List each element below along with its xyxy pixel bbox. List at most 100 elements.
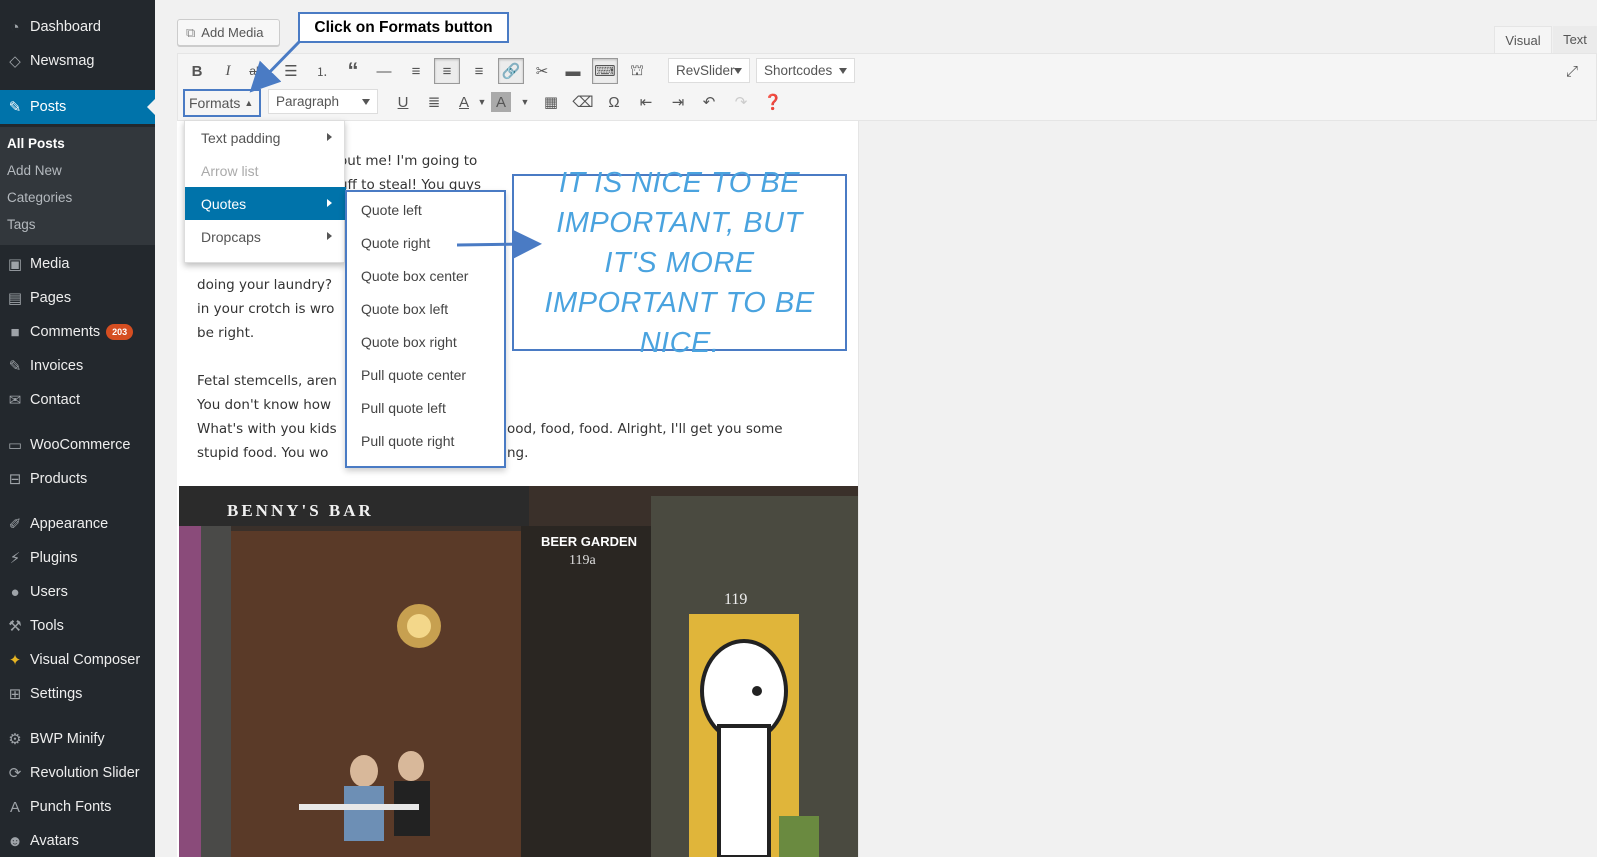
submenu-tags[interactable]: Tags — [7, 217, 36, 232]
sidebar-item-plugins[interactable]: ⚡ Plugins — [0, 541, 155, 575]
media-icon: ▣ — [7, 256, 23, 273]
sidebar-item-visual-composer[interactable]: ✦ Visual Composer — [0, 643, 155, 677]
formats-item-dropcaps[interactable]: Dropcaps — [185, 220, 346, 253]
shortcode-icon[interactable]: ⛫ — [624, 58, 650, 84]
special-char-icon[interactable]: Ω — [601, 89, 627, 115]
quote-box-center-item[interactable]: Quote box center — [361, 268, 468, 284]
gear-icon: ⚙ — [8, 731, 22, 748]
sidebar-item-invoices[interactable]: ✎ Invoices — [0, 349, 155, 383]
italic-icon[interactable]: I — [215, 58, 241, 84]
sidebar-item-woocommerce[interactable]: ▭ WooCommerce — [0, 428, 155, 462]
sidebar-item-revolution-slider[interactable]: ⟳ Revolution Slider — [0, 756, 155, 790]
quote-right-item[interactable]: Quote right — [361, 235, 430, 251]
content-line: ood, food, food. Alright, I'll get you s… — [507, 421, 783, 437]
sidebar-item-settings[interactable]: ⊞ Settings — [0, 677, 155, 711]
pages-icon: ▤ — [7, 290, 23, 307]
sidebar-item-products[interactable]: ⊟ Products — [0, 462, 155, 496]
underline-icon[interactable]: U — [390, 89, 416, 115]
align-left-icon[interactable]: ≡ — [403, 58, 429, 84]
strikethrough-icon[interactable]: abc — [246, 58, 272, 84]
quote-left-item[interactable]: Quote left — [361, 202, 422, 218]
unlink-icon[interactable]: ✂ — [529, 58, 555, 84]
mail-icon: ✉ — [8, 392, 22, 409]
active-indicator — [147, 99, 155, 115]
submenu-all-posts[interactable]: All Posts — [7, 136, 65, 151]
justify-icon[interactable]: ≣ — [421, 89, 447, 115]
media-icon: ⧉ — [186, 24, 196, 40]
sidebar-item-media[interactable]: ▣ Media — [0, 247, 155, 281]
undo-icon[interactable]: ↶ — [696, 89, 722, 115]
sidebar-item-appearance[interactable]: ✐ Appearance — [0, 507, 155, 541]
formats-button[interactable]: Formats ▲ — [183, 89, 261, 117]
content-line: Fetal stemcells, aren — [197, 373, 337, 389]
quote-box-left-item[interactable]: Quote box left — [361, 301, 448, 317]
sidebar-item-tools[interactable]: ⚒ Tools — [0, 609, 155, 643]
pin-icon: ✎ — [8, 99, 22, 116]
revslider-dropdown[interactable]: RevSlider — [668, 58, 750, 83]
bold-icon[interactable]: B — [184, 58, 210, 84]
quotes-submenu: Quote left Quote right Quote box center … — [345, 190, 506, 468]
pull-quote-center-item[interactable]: Pull quote center — [361, 367, 466, 383]
shortcodes-dropdown[interactable]: Shortcodes — [756, 58, 855, 83]
wrench-icon: ⚒ — [8, 618, 22, 635]
fullscreen-icon[interactable]: ⤢ — [1559, 58, 1585, 84]
tab-text[interactable]: Text — [1553, 26, 1597, 53]
content-line: ng. — [507, 445, 529, 461]
content-line: doing your laundry? — [197, 277, 333, 293]
sidebar-item-dashboard[interactable]: ◔ Dashboard — [0, 10, 155, 44]
clear-format-icon[interactable]: ⌫ — [570, 89, 596, 115]
toolbar-toggle-icon[interactable]: ⌨ — [592, 58, 618, 84]
add-media-button[interactable]: ⧉ Add Media — [177, 19, 280, 46]
paste-text-icon[interactable]: ▦ — [538, 89, 564, 115]
newsmag-icon: ◇ — [9, 53, 21, 70]
settings-icon: ⊞ — [8, 686, 22, 703]
comments-count-badge: 203 — [106, 324, 134, 340]
blockquote-icon[interactable]: “ — [340, 58, 366, 84]
font-icon: A — [9, 798, 20, 816]
redo-icon[interactable]: ↷ — [728, 89, 754, 115]
formats-item-text-padding[interactable]: Text padding — [185, 121, 346, 154]
indent-icon[interactable]: ⇥ — [665, 89, 691, 115]
chevron-down-icon[interactable]: ▼ — [512, 89, 538, 115]
formats-item-arrow-list: Arrow list — [201, 162, 259, 179]
sidebar-item-punch-fonts[interactable]: A Punch Fonts — [0, 790, 155, 824]
plugin-icon: ⚡ — [9, 550, 21, 567]
formats-item-quotes[interactable]: Quotes — [185, 187, 346, 220]
sidebar-item-avatars[interactable]: ☻ Avatars — [0, 824, 155, 857]
beer-garden-sign: BEER GARDEN — [541, 534, 637, 549]
caret-up-icon: ▲ — [244, 98, 254, 108]
paragraph-dropdown[interactable]: Paragraph — [268, 89, 378, 114]
sidebar-item-pages[interactable]: ▤ Pages — [0, 281, 155, 315]
background-color-icon[interactable]: A — [491, 92, 511, 112]
pull-quote-right-item[interactable]: Pull quote right — [361, 433, 454, 449]
post-image[interactable]: BENNY'S BAR BEER GARDEN 119a 119 — [179, 486, 858, 857]
sidebar-item-newsmag[interactable]: ◇ Newsmag — [0, 44, 155, 78]
submenu-categories[interactable]: Categories — [7, 190, 72, 205]
align-center-icon[interactable]: ≡ — [434, 58, 460, 84]
tab-visual[interactable]: Visual — [1494, 26, 1552, 53]
outdent-icon[interactable]: ⇤ — [633, 89, 659, 115]
editor-toolbar: B I abc ☰ ⒈ “ — ≡ ≡ ≡ 🔗 ✂ ▬ ⌨ ⛫ RevSlide… — [177, 53, 1597, 121]
sidebar-item-users[interactable]: ● Users — [0, 575, 155, 609]
sidebar-item-posts[interactable]: ✎ Posts — [0, 90, 155, 124]
numbered-list-icon[interactable]: ⒈ — [309, 58, 335, 84]
sidebar-item-bwp-minify[interactable]: ⚙ BWP Minify — [0, 722, 155, 756]
sidebar-item-contact[interactable]: ✉ Contact — [0, 383, 155, 417]
link-icon[interactable]: 🔗 — [498, 58, 524, 84]
bar-sign-text: BENNY'S BAR — [227, 501, 374, 520]
quote-preview-box: IT IS NICE TO BE IMPORTANT, BUT IT'S MOR… — [512, 167, 847, 359]
bullet-list-icon[interactable]: ☰ — [278, 58, 304, 84]
read-more-icon[interactable]: ▬ — [560, 58, 586, 84]
woo-icon: ▭ — [7, 437, 23, 454]
sidebar-item-comments[interactable]: ■ Comments 203 — [0, 315, 155, 349]
help-icon[interactable]: ❓ — [760, 89, 786, 115]
chevron-right-icon — [327, 232, 332, 240]
pull-quote-left-item[interactable]: Pull quote left — [361, 400, 446, 416]
quote-box-right-item[interactable]: Quote box right — [361, 334, 457, 350]
submenu-add-new[interactable]: Add New — [7, 163, 62, 178]
avatar-icon: ☻ — [7, 832, 23, 850]
refresh-icon: ⟳ — [8, 765, 22, 782]
horizontal-line-icon[interactable]: — — [371, 58, 397, 84]
brush-icon: ✐ — [8, 516, 22, 533]
align-right-icon[interactable]: ≡ — [466, 58, 492, 84]
